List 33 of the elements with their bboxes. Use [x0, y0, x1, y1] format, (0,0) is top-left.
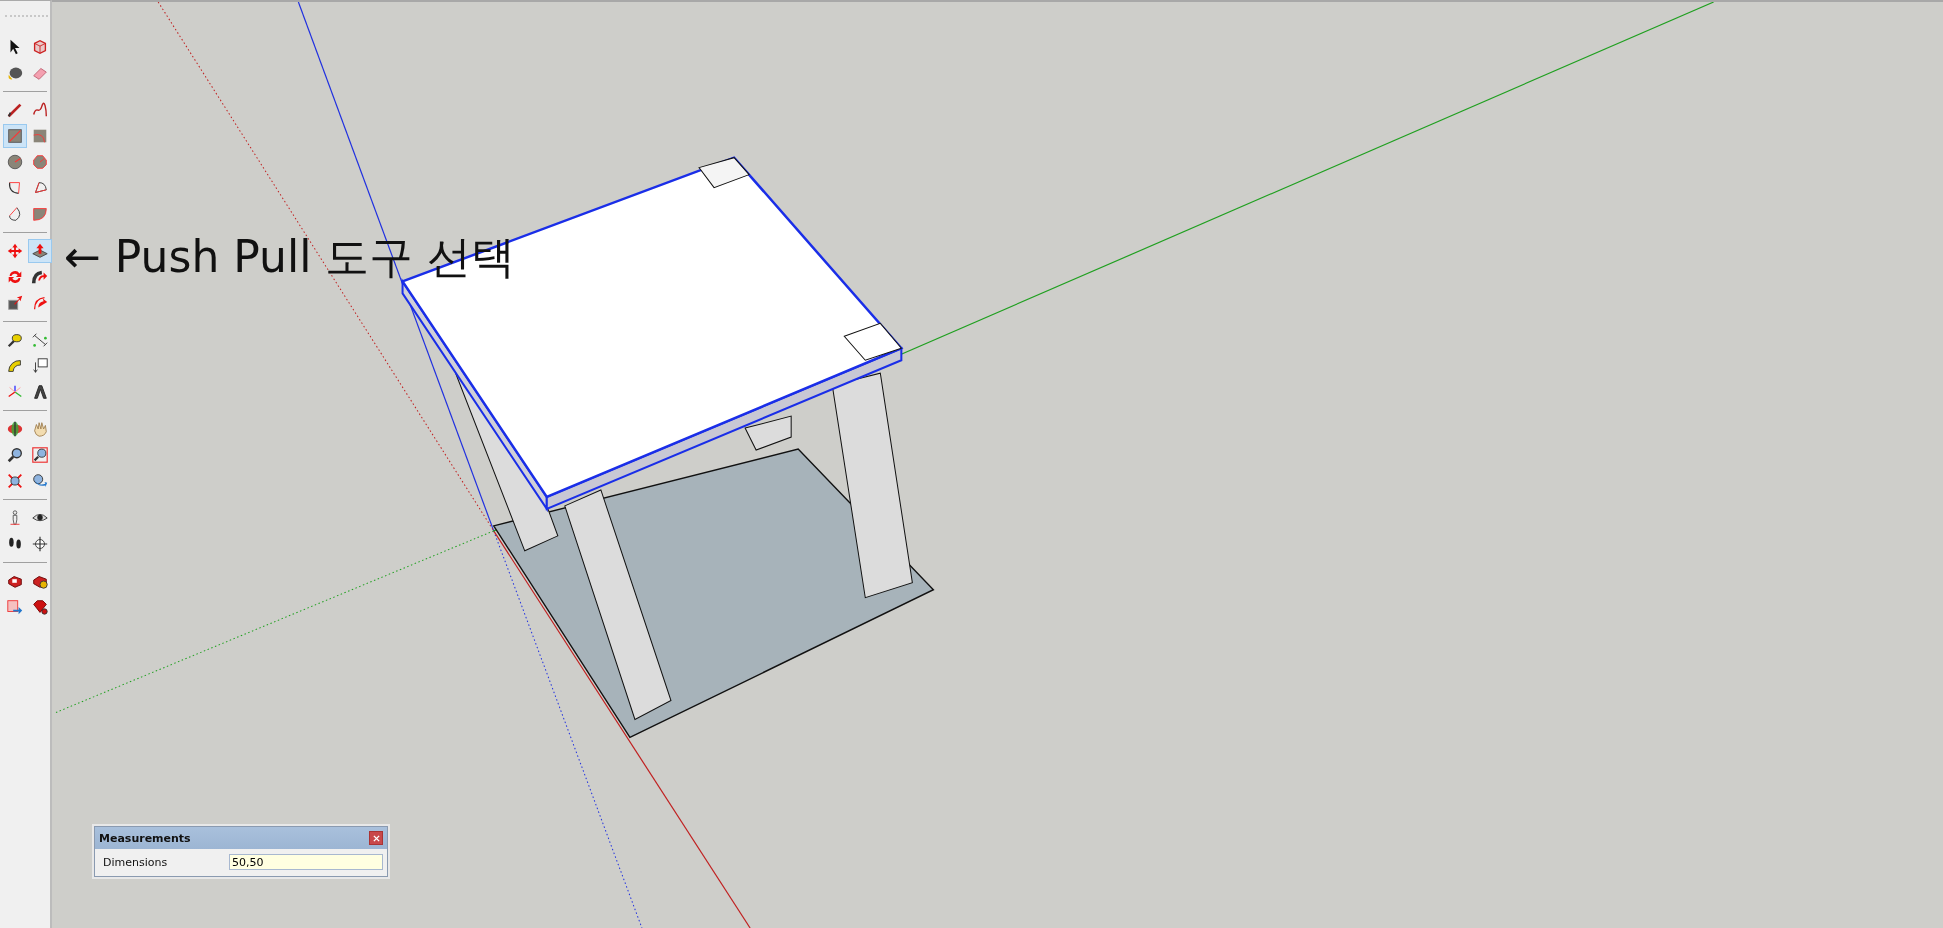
- dimensions-label: Dimensions: [103, 855, 168, 869]
- polygon-icon: [31, 153, 49, 171]
- text-label-icon: [31, 357, 49, 375]
- ruby-gem-icon: [31, 598, 49, 616]
- dimensions-field[interactable]: 50,50: [229, 854, 383, 870]
- panel-title: Measurements: [99, 831, 191, 845]
- pencil-icon: [6, 101, 24, 119]
- close-button[interactable]: [369, 831, 383, 845]
- rectangle-icon: [6, 127, 24, 145]
- orbit-icon: [6, 420, 24, 438]
- follow-me-icon: [31, 268, 49, 286]
- cube-icon: [31, 38, 49, 56]
- zoom-window-icon: [31, 446, 49, 464]
- circle-icon: [6, 153, 24, 171]
- move-arrows-icon: [6, 242, 24, 260]
- rotate-arrows-icon: [6, 268, 24, 286]
- square-arc-icon: [31, 127, 49, 145]
- hand-icon: [31, 420, 49, 438]
- close-icon: [372, 834, 380, 842]
- pie-icon: [31, 205, 49, 223]
- previous-view-icon: [31, 472, 49, 490]
- protractor-icon: [6, 357, 24, 375]
- scale-icon: [6, 294, 24, 312]
- 3d-text-icon: [31, 383, 49, 401]
- zoom-extents-icon: [6, 472, 24, 490]
- section-plane-icon: [31, 535, 49, 553]
- zoom-icon: [6, 446, 24, 464]
- push-pull-icon: [31, 242, 49, 260]
- offset-icon: [31, 294, 49, 312]
- tape-measure-icon: [6, 331, 24, 349]
- dimension-icon: [31, 331, 49, 349]
- freehand-curve-icon: [31, 101, 49, 119]
- send-to-layout-icon: [6, 598, 24, 616]
